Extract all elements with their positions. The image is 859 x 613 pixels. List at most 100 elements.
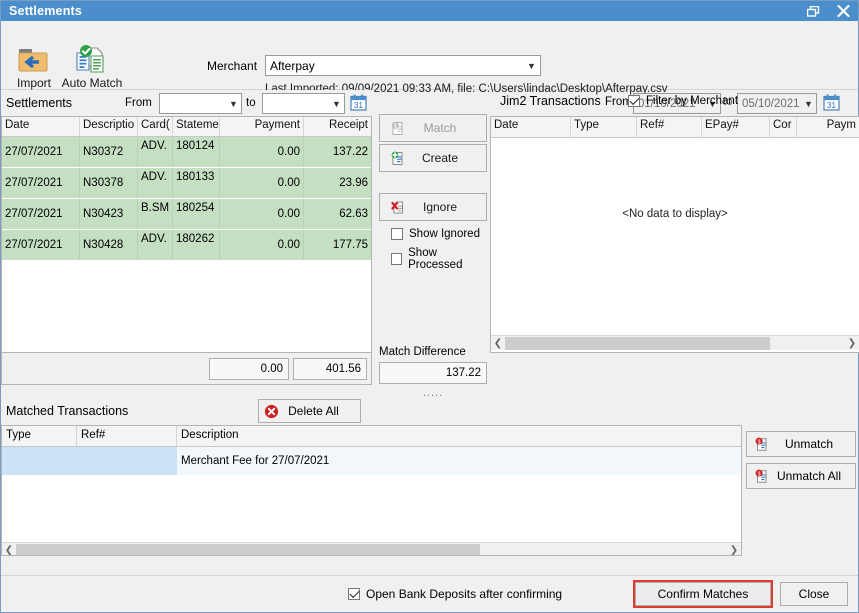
column-header-payment[interactable]: Paym bbox=[797, 117, 859, 137]
matched-title: Matched Transactions bbox=[6, 404, 129, 418]
cell-statement: 180254 bbox=[173, 199, 220, 229]
column-header-epay[interactable]: EPay# bbox=[702, 117, 770, 137]
filter-by-merchant-checkbox[interactable] bbox=[628, 95, 640, 107]
jim2-transactions-pane: Jim2 Transactions From 01/10/2021 ▼ to 0… bbox=[490, 90, 859, 395]
scroll-thumb[interactable] bbox=[505, 336, 770, 350]
settlements-from-input[interactable]: ▼ bbox=[159, 93, 242, 114]
close-label: Close bbox=[798, 587, 830, 601]
jim2-grid-header: Date Type Ref# EPay# Cor Paym bbox=[491, 117, 859, 138]
import-folder-icon bbox=[5, 45, 63, 75]
cell-description: N30378 bbox=[80, 168, 138, 198]
calendar-icon[interactable]: 31 bbox=[822, 93, 841, 112]
matched-grid[interactable]: Type Ref# Description Merchant Fee for 2… bbox=[1, 425, 742, 556]
merchant-select[interactable]: Afterpay ▼ bbox=[265, 55, 541, 76]
cell-date: 27/07/2021 bbox=[2, 168, 80, 198]
cell-statement: 180124 bbox=[173, 137, 220, 167]
create-document-icon bbox=[388, 151, 408, 166]
show-ignored-checkbox[interactable] bbox=[391, 228, 403, 240]
settlements-to-label: to bbox=[246, 97, 256, 109]
column-header-date[interactable]: Date bbox=[491, 117, 571, 137]
delete-circle-icon bbox=[259, 404, 283, 419]
settlements-to-input[interactable]: ▼ bbox=[262, 93, 345, 114]
column-header-ref[interactable]: Ref# bbox=[77, 426, 177, 446]
cell-date: 27/07/2021 bbox=[2, 199, 80, 229]
action-buttons-column: $ Match Create Ignore Show Ignored Show … bbox=[379, 114, 487, 399]
scroll-thumb[interactable] bbox=[16, 543, 480, 555]
calendar-icon[interactable]: 31 bbox=[349, 93, 368, 112]
jim2-to-value: 05/10/2021 bbox=[742, 97, 800, 110]
scroll-track[interactable] bbox=[16, 543, 727, 555]
show-ignored-row[interactable]: Show Ignored bbox=[391, 228, 487, 240]
unmatch-all-button[interactable]: $ Unmatch All bbox=[746, 463, 856, 489]
scroll-right-icon[interactable]: ❯ bbox=[727, 545, 741, 556]
column-header-cor[interactable]: Cor bbox=[770, 117, 797, 137]
settlements-totals-row: 0.00 401.56 bbox=[1, 353, 372, 385]
cell-payment: 0.00 bbox=[220, 230, 304, 260]
auto-match-button[interactable]: Auto Match bbox=[60, 45, 124, 90]
filter-by-merchant-row[interactable]: Filter by Merchant bbox=[628, 95, 738, 107]
ignore-button[interactable]: Ignore bbox=[379, 193, 487, 221]
scroll-left-icon[interactable]: ❮ bbox=[491, 338, 505, 349]
cell-card: ADV. bbox=[138, 230, 173, 260]
column-header-date[interactable]: Date bbox=[2, 117, 80, 136]
open-bank-deposits-row[interactable]: Open Bank Deposits after confirming bbox=[348, 587, 562, 601]
column-header-ref[interactable]: Ref# bbox=[637, 117, 702, 137]
table-row[interactable]: Merchant Fee for 27/07/2021 bbox=[2, 447, 741, 475]
jim2-horizontal-scrollbar[interactable]: ❮ ❯ bbox=[491, 335, 859, 350]
table-row[interactable]: 27/07/2021 N30372 ADV. 180124 0.00 137.2… bbox=[2, 137, 371, 168]
settlements-title: Settlements bbox=[6, 96, 73, 110]
import-button[interactable]: Import bbox=[5, 45, 63, 90]
jim2-grid[interactable]: Date Type Ref# EPay# Cor Paym <No data t… bbox=[490, 116, 859, 353]
cell-statement: 180133 bbox=[173, 168, 220, 198]
open-bank-deposits-label: Open Bank Deposits after confirming bbox=[366, 587, 563, 601]
cell-receipt: 137.22 bbox=[332, 146, 368, 158]
cell-receipt: 23.96 bbox=[339, 177, 368, 189]
cell-statement: 180262 bbox=[173, 230, 220, 260]
close-button[interactable]: Close bbox=[780, 582, 848, 606]
scroll-track[interactable] bbox=[505, 336, 845, 350]
show-processed-checkbox[interactable] bbox=[391, 253, 403, 265]
restore-window-icon[interactable] bbox=[798, 1, 828, 21]
confirm-matches-button[interactable]: Confirm Matches bbox=[635, 582, 771, 606]
match-button[interactable]: $ Match bbox=[379, 114, 487, 142]
column-header-receipt[interactable]: Receipt bbox=[304, 117, 371, 136]
jim2-to-input[interactable]: 05/10/2021 ▼ bbox=[737, 93, 817, 114]
unmatch-button[interactable]: $ Unmatch bbox=[746, 431, 856, 457]
matched-grid-empty-space bbox=[2, 475, 741, 542]
no-data-message: <No data to display> bbox=[622, 208, 728, 220]
column-header-type[interactable]: Type bbox=[571, 117, 637, 137]
cell-receipt: 62.63 bbox=[339, 208, 368, 220]
chevron-down-icon: ▼ bbox=[527, 60, 536, 71]
column-header-statement[interactable]: Stateme bbox=[173, 117, 220, 136]
svg-text:31: 31 bbox=[354, 101, 363, 110]
matched-header: Matched Transactions Delete All bbox=[1, 397, 742, 425]
cell-description: N30423 bbox=[80, 199, 138, 229]
delete-all-button[interactable]: Delete All bbox=[258, 399, 361, 423]
scroll-right-icon[interactable]: ❯ bbox=[845, 338, 859, 349]
scroll-left-icon[interactable]: ❮ bbox=[2, 545, 16, 556]
column-header-description[interactable]: Description bbox=[177, 426, 741, 446]
column-header-card[interactable]: Card( bbox=[138, 117, 173, 136]
settlements-grid[interactable]: Date Descriptio Card( Stateme Payment Re… bbox=[1, 116, 372, 353]
table-row[interactable]: 27/07/2021 N30378 ADV. 180133 0.00 23.96 bbox=[2, 168, 371, 199]
matched-transactions-section: Matched Transactions Delete All Type Ref… bbox=[1, 397, 742, 556]
cell-card: ADV. bbox=[138, 168, 173, 198]
close-window-icon[interactable] bbox=[828, 1, 858, 21]
confirm-matches-highlight: Confirm Matches bbox=[633, 580, 773, 608]
column-header-description[interactable]: Descriptio bbox=[80, 117, 138, 136]
column-header-type[interactable]: Type bbox=[2, 426, 77, 446]
table-row[interactable]: 27/07/2021 N30423 B.SM 180254 0.00 62.63 bbox=[2, 199, 371, 230]
settlements-from-label: From bbox=[125, 97, 152, 109]
svg-text:$: $ bbox=[393, 123, 396, 129]
delete-all-label: Delete All bbox=[288, 404, 339, 418]
match-document-icon: $ bbox=[388, 121, 408, 136]
open-bank-deposits-checkbox[interactable] bbox=[348, 588, 360, 600]
cell-description: N30372 bbox=[80, 137, 138, 167]
cell-card: ADV. bbox=[138, 137, 173, 167]
matched-horizontal-scrollbar[interactable]: ❮ ❯ bbox=[2, 542, 741, 556]
show-processed-row[interactable]: Show Processed bbox=[391, 247, 487, 271]
column-header-payment[interactable]: Payment bbox=[220, 117, 304, 136]
create-button[interactable]: Create bbox=[379, 144, 487, 172]
table-row[interactable]: 27/07/2021 N30428 ADV. 180262 0.00 177.7… bbox=[2, 230, 371, 261]
jim2-pane-header: Jim2 Transactions From 01/10/2021 ▼ to 0… bbox=[490, 90, 859, 116]
